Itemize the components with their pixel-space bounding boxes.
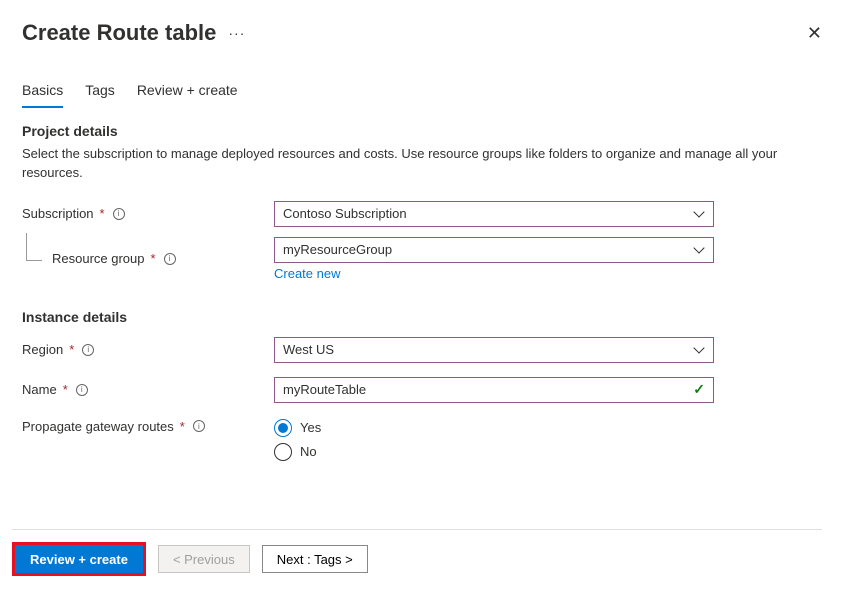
tab-basics[interactable]: Basics	[22, 76, 63, 108]
tab-review[interactable]: Review + create	[137, 76, 238, 108]
resourcegroup-select[interactable]: myResourceGroup	[274, 237, 714, 263]
instance-details-heading: Instance details	[22, 309, 822, 325]
radio-icon	[274, 419, 292, 437]
required-icon: *	[63, 382, 68, 397]
create-new-link[interactable]: Create new	[274, 266, 340, 281]
chevron-down-icon	[695, 347, 705, 353]
name-input[interactable]: myRouteTable ✓	[274, 377, 714, 403]
project-details-description: Select the subscription to manage deploy…	[22, 145, 822, 183]
next-button[interactable]: Next : Tags >	[262, 545, 368, 573]
highlight-annotation: Review + create	[12, 542, 146, 576]
info-icon[interactable]: i	[113, 208, 125, 220]
info-icon[interactable]: i	[82, 344, 94, 356]
tab-tags[interactable]: Tags	[85, 76, 115, 108]
info-icon[interactable]: i	[164, 253, 176, 265]
tab-bar: Basics Tags Review + create	[22, 76, 822, 109]
chevron-down-icon	[695, 247, 705, 253]
required-icon: *	[100, 206, 105, 221]
propagate-label: Propagate gateway routes* i	[22, 417, 274, 434]
chevron-down-icon	[695, 211, 705, 217]
required-icon: *	[69, 342, 74, 357]
previous-button: < Previous	[158, 545, 250, 573]
info-icon[interactable]: i	[193, 420, 205, 432]
close-icon[interactable]: ✕	[807, 23, 822, 44]
propagate-yes-radio[interactable]: Yes	[274, 419, 714, 437]
region-value: West US	[283, 342, 334, 357]
subscription-label: Subscription* i	[22, 206, 274, 221]
radio-icon	[274, 443, 292, 461]
indent-line	[26, 233, 42, 261]
more-icon[interactable]: ···	[228, 25, 245, 41]
project-details-heading: Project details	[22, 123, 822, 139]
region-select[interactable]: West US	[274, 337, 714, 363]
resourcegroup-value: myResourceGroup	[283, 242, 392, 257]
resourcegroup-label: Resource group* i	[22, 251, 274, 266]
review-create-button[interactable]: Review + create	[15, 545, 143, 573]
subscription-value: Contoso Subscription	[283, 206, 407, 221]
name-value: myRouteTable	[283, 382, 366, 397]
footer-bar: Review + create < Previous Next : Tags >	[12, 529, 822, 576]
radio-no-label: No	[300, 444, 317, 459]
required-icon: *	[151, 251, 156, 266]
subscription-select[interactable]: Contoso Subscription	[274, 201, 714, 227]
region-label: Region* i	[22, 342, 274, 357]
checkmark-icon: ✓	[693, 381, 705, 398]
propagate-no-radio[interactable]: No	[274, 443, 714, 461]
name-label: Name* i	[22, 382, 274, 397]
required-icon: *	[180, 419, 185, 434]
page-title: Create Route table	[22, 20, 216, 46]
info-icon[interactable]: i	[76, 384, 88, 396]
radio-yes-label: Yes	[300, 420, 321, 435]
